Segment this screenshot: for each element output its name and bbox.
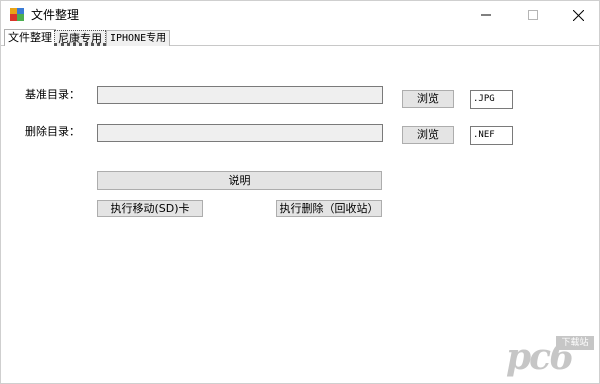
delete-dir-input[interactable] (97, 124, 383, 142)
tab-nikon[interactable]: 尼康专用 (54, 30, 106, 46)
maximize-button[interactable] (510, 1, 556, 29)
minimize-icon (481, 14, 491, 16)
close-button[interactable] (555, 1, 599, 29)
base-dir-label: 基准目录： (25, 88, 80, 101)
help-button[interactable]: 说明 (97, 171, 382, 190)
app-window: 文件整理 文件整理 尼康专用 IPHONE专用 基准目录： 浏览 .JPG 删除… (0, 0, 600, 384)
base-dir-input[interactable] (97, 86, 383, 104)
close-icon (572, 9, 584, 21)
base-dir-browse-button[interactable]: 浏览 (402, 90, 454, 108)
tab-file-organize[interactable]: 文件整理 (4, 29, 56, 46)
minimize-button[interactable] (463, 1, 509, 29)
delete-dir-browse-button[interactable]: 浏览 (402, 126, 454, 144)
title-bar: 文件整理 (1, 1, 599, 29)
watermark-subtext: 下载站 (556, 336, 594, 350)
base-ext-input[interactable]: .JPG (470, 90, 513, 109)
maximize-icon (528, 10, 538, 20)
tab-strip: 文件整理 尼康专用 IPHONE专用 (1, 29, 599, 46)
delete-dir-label: 删除目录： (25, 125, 80, 138)
move-sd-card-button[interactable]: 执行移动(SD)卡 (97, 200, 203, 217)
watermark: pc6 下载站 (506, 335, 599, 383)
delete-to-recycle-bin-button[interactable]: 执行删除（回收站） (276, 200, 382, 217)
window-title: 文件整理 (31, 8, 80, 22)
tab-iphone[interactable]: IPHONE专用 (106, 30, 171, 46)
app-icon (10, 8, 24, 21)
delete-ext-input[interactable]: .NEF (470, 126, 513, 145)
